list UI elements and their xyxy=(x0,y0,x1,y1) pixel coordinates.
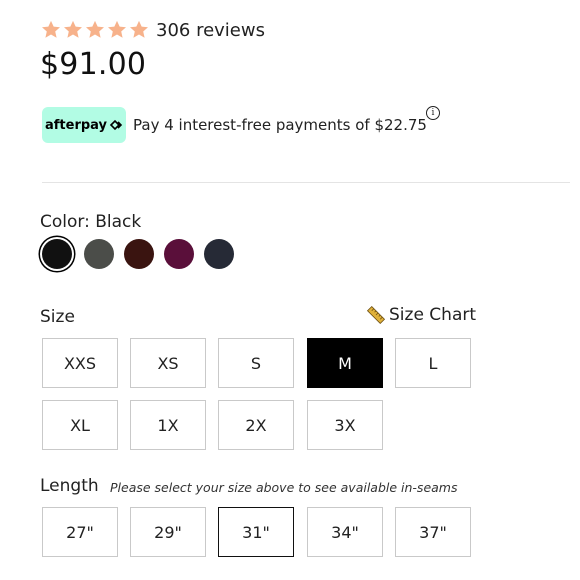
ruler-icon xyxy=(366,305,386,325)
color-label: Color: Black xyxy=(40,212,142,232)
afterpay-logo-text: afterpay xyxy=(44,117,108,133)
length-label: Length xyxy=(40,476,99,496)
length-option-34[interactable]: 34" xyxy=(307,507,383,557)
size-option-xl[interactable]: XL xyxy=(42,400,118,450)
divider xyxy=(42,182,570,183)
length-note: Please select your size above to see ava… xyxy=(110,480,458,495)
price: $91.00 xyxy=(40,47,147,82)
size-option-3x[interactable]: 3X xyxy=(307,400,383,450)
rating[interactable]: 306 reviews xyxy=(40,16,265,44)
color-swatches xyxy=(40,239,234,269)
color-swatch-charcoal[interactable] xyxy=(84,239,114,269)
length-option-37[interactable]: 37" xyxy=(395,507,471,557)
size-option-m[interactable]: M xyxy=(307,338,383,388)
size-option-2x[interactable]: 2X xyxy=(218,400,294,450)
length-option-29[interactable]: 29" xyxy=(130,507,206,557)
afterpay-logo: afterpay xyxy=(45,118,123,133)
size-chart-label: Size Chart xyxy=(389,305,477,325)
length-option-27[interactable]: 27" xyxy=(42,507,118,557)
size-option-l[interactable]: L xyxy=(395,338,471,388)
star-icon xyxy=(62,19,84,41)
afterpay-arrows-icon xyxy=(109,119,123,131)
afterpay-message: Pay 4 interest-free payments of $22.75 xyxy=(133,116,427,134)
color-swatch-navy[interactable] xyxy=(204,239,234,269)
size-option-1x[interactable]: 1X xyxy=(130,400,206,450)
star-icon xyxy=(84,19,106,41)
size-option-xs[interactable]: XS xyxy=(130,338,206,388)
size-option-s[interactable]: S xyxy=(218,338,294,388)
size-chart-link[interactable]: Size Chart xyxy=(366,305,476,325)
info-icon[interactable]: i xyxy=(426,106,440,120)
star-icon xyxy=(106,19,128,41)
size-label: Size xyxy=(40,307,75,327)
color-swatch-plum[interactable] xyxy=(164,239,194,269)
review-count-link[interactable]: 306 reviews xyxy=(156,20,265,41)
star-icon xyxy=(128,19,150,41)
length-option-31[interactable]: 31" xyxy=(218,507,294,557)
size-option-xxs[interactable]: XXS xyxy=(42,338,118,388)
color-swatch-black[interactable] xyxy=(42,239,72,269)
color-swatch-brown[interactable] xyxy=(124,239,154,269)
afterpay-badge: afterpay xyxy=(42,107,126,143)
star-icon xyxy=(40,19,62,41)
star-rating xyxy=(40,19,150,41)
